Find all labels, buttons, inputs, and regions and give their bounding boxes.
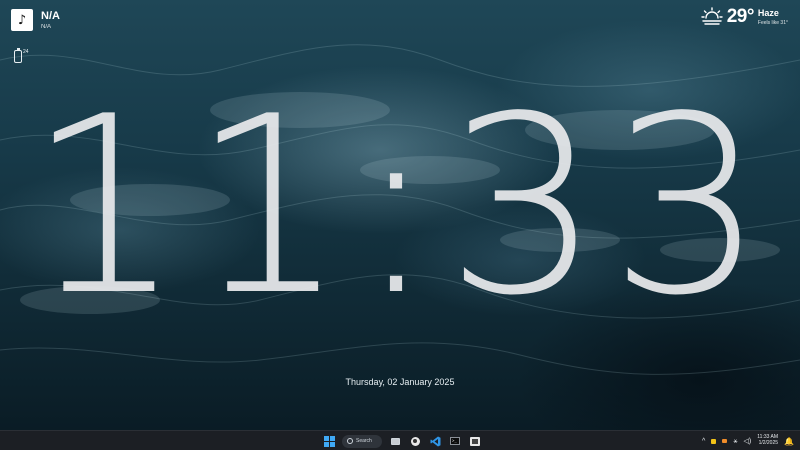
chevron-up-icon[interactable]: ^ bbox=[702, 438, 705, 445]
taskbar-search[interactable]: Search bbox=[342, 434, 382, 448]
tray-app-icon-2[interactable] bbox=[722, 439, 728, 443]
battery-level: 24 bbox=[23, 49, 29, 55]
tray-clock[interactable]: 11:33 AM 1/2/2025 bbox=[757, 434, 779, 447]
search-icon bbox=[347, 438, 353, 444]
notification-bell-icon[interactable]: 🔔 bbox=[784, 437, 794, 446]
tray-date: 1/2/2025 bbox=[758, 440, 779, 446]
tray-app-icon[interactable] bbox=[711, 438, 717, 444]
windows-logo-icon[interactable] bbox=[322, 434, 336, 448]
weather-temperature: 29° bbox=[726, 6, 755, 27]
media-title: N/A bbox=[41, 9, 60, 22]
network-icon[interactable]: ⚹ bbox=[733, 438, 737, 445]
obs-icon[interactable] bbox=[408, 434, 422, 448]
taskbar: Search >_ ^ ⚹ ◁) 11:33 AM 1/2/2025 🔔 bbox=[0, 430, 800, 450]
weather-condition: Haze bbox=[757, 7, 779, 18]
file-explorer-icon[interactable] bbox=[468, 434, 482, 448]
task-view-icon[interactable] bbox=[388, 434, 402, 448]
desktop-date: Thursday, 02 January 2025 bbox=[345, 377, 455, 387]
system-tray: ^ ⚹ ◁) 11:33 AM 1/2/2025 🔔 bbox=[702, 433, 794, 449]
vscode-icon[interactable] bbox=[428, 434, 442, 448]
terminal-icon[interactable]: >_ bbox=[448, 434, 462, 448]
taskbar-apps: Search >_ bbox=[322, 433, 482, 449]
desktop-clock: 11:33 bbox=[26, 64, 774, 349]
battery-widget: 24 bbox=[14, 48, 29, 63]
music-note-icon: ♪ bbox=[11, 9, 33, 31]
weather-widget[interactable]: 29° Haze Feels like 31° bbox=[700, 6, 788, 28]
media-artist: N/A bbox=[41, 23, 52, 30]
volume-icon[interactable]: ◁) bbox=[744, 438, 752, 445]
battery-icon bbox=[14, 48, 22, 63]
weather-feels-like: Feels like 31° bbox=[757, 19, 788, 26]
search-label: Search bbox=[356, 438, 372, 444]
sun-haze-icon bbox=[700, 7, 723, 25]
media-widget[interactable]: ♪ N/A N/A bbox=[11, 9, 60, 31]
